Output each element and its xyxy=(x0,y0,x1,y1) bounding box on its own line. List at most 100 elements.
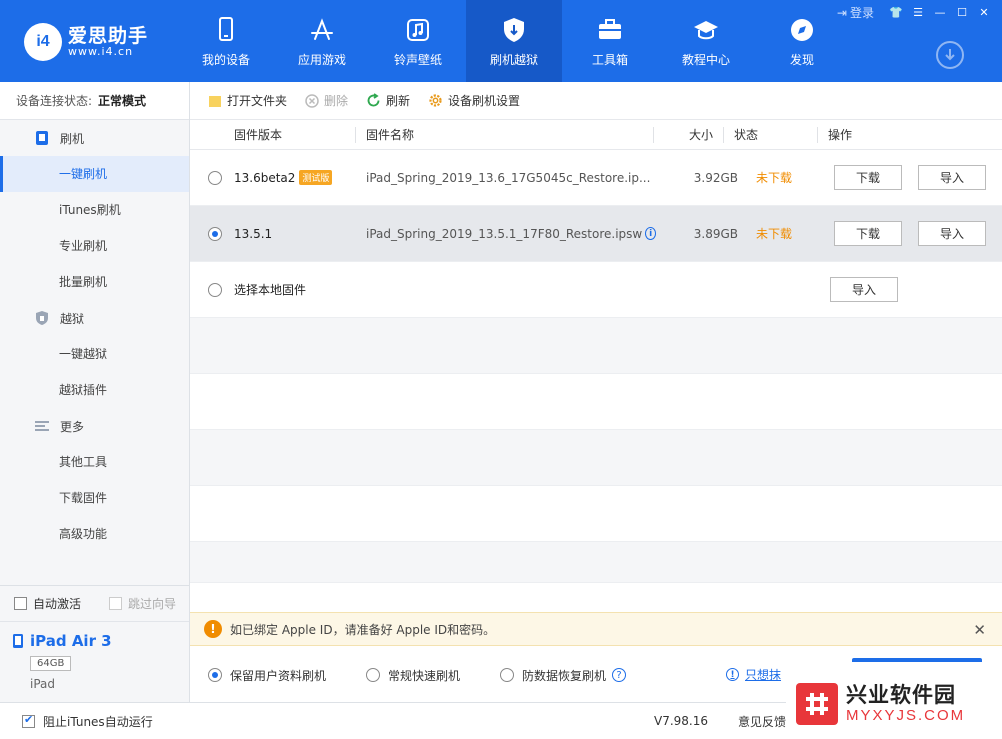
sidebar-group-flash[interactable]: 刷机 xyxy=(0,120,189,156)
watermark-en: MYXYJS.COM xyxy=(846,706,966,724)
auto-activate-label: 自动激活 xyxy=(33,597,82,611)
firmware-radio[interactable] xyxy=(208,170,222,185)
shield-icon xyxy=(504,17,524,42)
app-store-icon xyxy=(311,17,333,40)
start-flash-button[interactable] xyxy=(852,658,982,662)
sidebar-item-other-tools[interactable]: 其他工具 xyxy=(0,444,189,480)
sidebar-item-batch-flash[interactable]: 批量刷机 xyxy=(0,264,189,300)
skin-icon[interactable]: 👕 xyxy=(888,6,904,20)
menu-icon[interactable]: ☰ xyxy=(910,6,926,20)
import-button[interactable]: 导入 xyxy=(918,165,986,190)
sidebar-item-advanced[interactable]: 高级功能 xyxy=(0,516,189,552)
maximize-icon[interactable]: ☐ xyxy=(954,6,970,20)
sidebar-item-pro-flash[interactable]: 专业刷机 xyxy=(0,228,189,264)
firmware-size: 3.89GB xyxy=(693,226,738,241)
close-icon[interactable]: ✕ xyxy=(973,621,986,639)
local-firmware-radio[interactable] xyxy=(208,282,222,297)
nav-ringtones[interactable]: 铃声壁纸 xyxy=(370,0,466,82)
mode-anti-recovery[interactable]: 防数据恢复刷机 ? xyxy=(482,667,627,684)
firmware-size: 3.92GB xyxy=(693,170,738,185)
local-firmware-label: 选择本地固件 xyxy=(234,283,307,297)
music-icon xyxy=(407,18,429,41)
sidebar-item-one-click-flash[interactable]: 一键刷机 xyxy=(0,156,189,192)
tablet-icon xyxy=(13,634,23,648)
sidebar-item-jailbreak-plugins[interactable]: 越狱插件 xyxy=(0,372,189,408)
mode-radio[interactable] xyxy=(500,668,515,682)
toolbar: 打开文件夹 删除 刷新 设备刷机设置 xyxy=(190,82,1002,120)
firmware-row[interactable]: 13.6beta2 测试版 iPad_Spring_2019_13.6_17G5… xyxy=(190,150,1002,206)
menu-lines-icon xyxy=(35,421,49,431)
nav-discover[interactable]: 发现 xyxy=(754,0,850,82)
info-icon[interactable]: i xyxy=(645,227,656,240)
sidebar-group-more[interactable]: 更多 xyxy=(0,408,189,444)
device-name-row: iPad Air 3 xyxy=(12,632,189,650)
download-manager-button[interactable] xyxy=(936,41,964,69)
block-itunes-option[interactable]: 阻止iTunes自动运行 xyxy=(0,713,153,730)
empty-row xyxy=(190,374,1002,430)
nav-apps-games[interactable]: 应用游戏 xyxy=(274,0,370,82)
local-firmware-row[interactable]: 选择本地固件 导入 xyxy=(190,262,1002,318)
firmware-name-text: iPad_Spring_2019_13.6_17G5045c_Restore.i… xyxy=(366,170,651,185)
login-label: 登录 xyxy=(849,6,874,20)
watermark-cn: 兴业软件园 xyxy=(846,682,956,707)
mode-keep-data[interactable]: 保留用户资料刷机 xyxy=(190,667,326,684)
refresh-button[interactable]: 刷新 xyxy=(366,92,410,109)
nav-tutorials[interactable]: 教程中心 xyxy=(658,0,754,82)
minimize-icon[interactable]: — xyxy=(932,6,948,20)
graduation-cap-icon xyxy=(694,20,718,39)
login-button[interactable]: ⇥ 登录 xyxy=(837,4,874,21)
mode-label: 常规快速刷机 xyxy=(388,668,461,683)
firmware-row[interactable]: 13.5.1 iPad_Spring_2019_13.5.1_17F80_Res… xyxy=(190,206,1002,262)
sidebar-item-download-firmware[interactable]: 下载固件 xyxy=(0,480,189,516)
download-button[interactable]: 下载 xyxy=(834,165,902,190)
sidebar-item-one-click-jailbreak[interactable]: 一键越狱 xyxy=(0,336,189,372)
sidebar-group-jailbreak[interactable]: 越狱 xyxy=(0,300,189,336)
delete-button[interactable]: 删除 xyxy=(305,92,348,109)
auto-options: 自动激活 跳过向导 xyxy=(0,586,189,622)
warning-icon: ! xyxy=(204,620,222,638)
login-icon: ⇥ xyxy=(836,5,847,20)
main-panel: 打开文件夹 删除 刷新 设备刷机设置 固件版本 固件名称 大小 状态 操作 13… xyxy=(190,82,1002,702)
download-button[interactable]: 下载 xyxy=(834,221,902,246)
firmware-table-header: 固件版本 固件名称 大小 状态 操作 xyxy=(190,120,1002,150)
phone-icon xyxy=(219,16,233,41)
flash-settings-button[interactable]: 设备刷机设置 xyxy=(428,92,520,109)
device-type: iPad xyxy=(30,677,56,691)
close-icon[interactable]: ✕ xyxy=(976,6,992,20)
device-name: iPad Air 3 xyxy=(30,632,112,650)
only-erase-link[interactable]: ! 只想抹 xyxy=(726,666,781,683)
mode-radio[interactable] xyxy=(366,668,381,682)
feedback-link[interactable]: 意见反馈 xyxy=(738,713,786,730)
firmware-version-text: 13.5.1 xyxy=(234,226,273,241)
block-itunes-checkbox[interactable] xyxy=(22,713,35,728)
nav-label: 铃声壁纸 xyxy=(393,52,442,67)
sidebar-group-label: 刷机 xyxy=(60,131,85,146)
sidebar-group-label: 更多 xyxy=(60,419,85,434)
firmware-status: 未下载 xyxy=(756,171,793,185)
sidebar-item-itunes-flash[interactable]: iTunes刷机 xyxy=(0,192,189,228)
delete-label: 删除 xyxy=(324,94,349,108)
skip-guide-option[interactable]: 跳过向导 xyxy=(109,595,176,612)
device-capacity: 64GB xyxy=(30,656,72,671)
app-header: i4 爱思助手 www.i4.cn 我的设备 应用游戏 铃声壁纸 刷机越狱 工具… xyxy=(0,0,1002,82)
open-folder-button[interactable]: 打开文件夹 xyxy=(208,92,287,109)
connection-label: 设备连接状态: xyxy=(16,94,93,108)
nav-label: 应用游戏 xyxy=(297,52,346,67)
nav-my-device[interactable]: 我的设备 xyxy=(178,0,274,82)
local-import-button[interactable]: 导入 xyxy=(830,277,898,302)
main-nav: 我的设备 应用游戏 铃声壁纸 刷机越狱 工具箱 教程中心 发现 xyxy=(178,0,850,82)
nav-label: 发现 xyxy=(789,52,814,67)
folder-icon xyxy=(209,95,221,107)
empty-row xyxy=(190,486,1002,542)
nav-flash-jailbreak[interactable]: 刷机越狱 xyxy=(466,0,562,82)
nav-toolbox[interactable]: 工具箱 xyxy=(562,0,658,82)
firmware-radio[interactable] xyxy=(208,226,222,241)
mode-radio[interactable] xyxy=(208,668,222,682)
help-icon[interactable]: ? xyxy=(612,668,627,682)
skip-guide-label: 跳过向导 xyxy=(128,597,177,611)
skip-guide-checkbox[interactable] xyxy=(109,597,123,610)
firmware-name-text: iPad_Spring_2019_13.5.1_17F80_Restore.ip… xyxy=(366,226,643,241)
auto-activate-checkbox[interactable] xyxy=(14,597,27,610)
import-button[interactable]: 导入 xyxy=(918,221,986,246)
mode-quick[interactable]: 常规快速刷机 xyxy=(348,667,460,684)
